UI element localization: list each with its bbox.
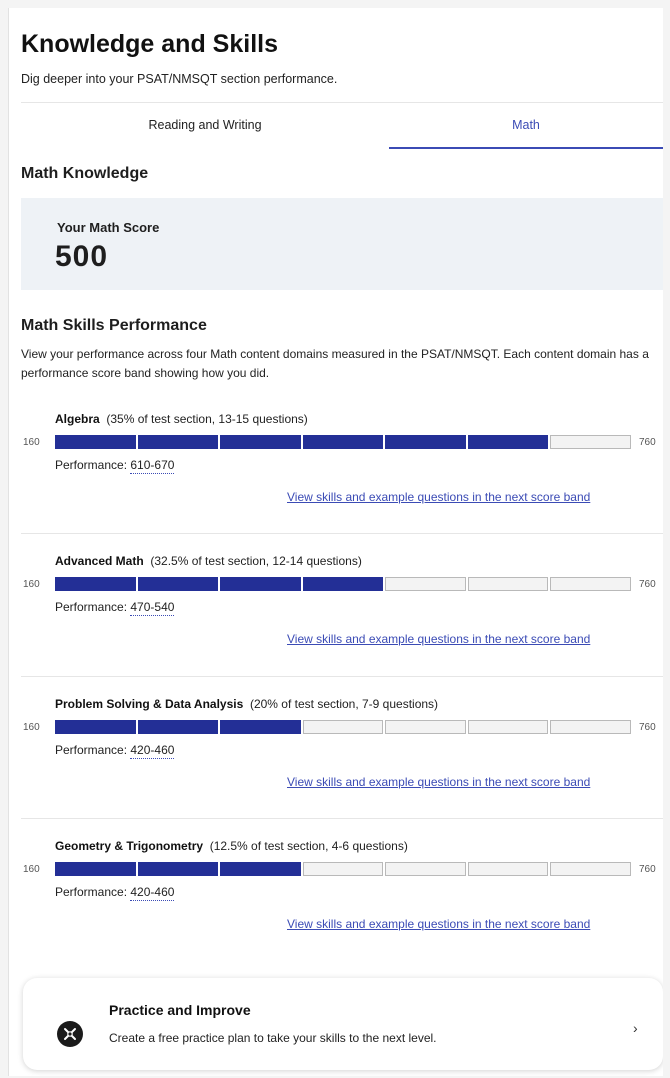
scale-max: 760 xyxy=(639,864,656,875)
bar-segment-empty xyxy=(302,720,384,734)
practice-plan-icon xyxy=(57,1021,83,1047)
math-score-card: Your Math Score 500 xyxy=(21,198,663,290)
performance-band: 610-670 xyxy=(130,458,175,474)
domain-advanced-math: Advanced Math (32.5% of test section, 12… xyxy=(9,554,663,680)
bar-segment-filled xyxy=(220,862,301,876)
bar-segment-empty xyxy=(467,577,549,591)
domain-name: Problem Solving & Data Analysis xyxy=(55,697,244,711)
bar-segment-filled xyxy=(220,435,301,449)
domain-name: Geometry & Trigonometry xyxy=(55,839,204,853)
section-tabs: Reading and Writing Math xyxy=(21,102,663,149)
domain-title: Algebra (35% of test section, 13-15 ques… xyxy=(55,412,308,426)
scale-min: 160 xyxy=(23,864,40,875)
practice-subtitle: Create a free practice plan to take your… xyxy=(109,1031,437,1045)
performance-label: Performance: xyxy=(55,458,128,472)
tab-math[interactable]: Math xyxy=(389,103,663,149)
domain-details: (32.5% of test section, 12-14 questions) xyxy=(150,554,362,568)
tab-reading-and-writing[interactable]: Reading and Writing xyxy=(21,103,389,149)
domain-details: (12.5% of test section, 4-6 questions) xyxy=(209,839,408,853)
domain-details: (35% of test section, 13-15 questions) xyxy=(106,412,308,426)
performance-line: Performance: 470-540 xyxy=(55,600,175,616)
bar-segment-empty xyxy=(467,862,549,876)
performance-line: Performance: 610-670 xyxy=(55,458,175,474)
performance-label: Performance: xyxy=(55,600,128,614)
domain-details: (20% of test section, 7-9 questions) xyxy=(249,697,439,711)
practice-title: Practice and Improve xyxy=(109,1002,251,1018)
bar-segment-filled xyxy=(137,862,219,876)
knowledge-skills-page: Knowledge and Skills Dig deeper into you… xyxy=(8,8,663,1076)
scale-max: 760 xyxy=(639,437,656,448)
skills-performance-description: View your performance across four Math c… xyxy=(21,347,649,380)
score-value: 500 xyxy=(55,240,109,273)
page-title: Knowledge and Skills xyxy=(21,30,278,58)
domain-title: Advanced Math (32.5% of test section, 12… xyxy=(55,554,362,568)
bar-segment-empty xyxy=(550,862,631,876)
bar-segment-filled xyxy=(55,435,136,449)
bar-segment-filled xyxy=(137,577,219,591)
divider xyxy=(21,533,663,534)
math-knowledge-heading: Math Knowledge xyxy=(21,165,149,182)
scale-min: 160 xyxy=(23,722,40,733)
skills-performance-heading: Math Skills Performance xyxy=(21,317,207,334)
domain-geometry-trigonometry: Geometry & Trigonometry (12.5% of test s… xyxy=(9,839,663,965)
bar-segment-filled xyxy=(467,435,549,449)
performance-label: Performance: xyxy=(55,743,128,757)
bar-segment-filled xyxy=(55,862,136,876)
bar-segment-empty xyxy=(385,862,466,876)
bar-segment-filled xyxy=(220,577,301,591)
performance-band: 420-460 xyxy=(130,743,175,759)
score-band-bar xyxy=(55,862,631,876)
divider xyxy=(21,818,663,819)
bar-segment-filled xyxy=(137,720,219,734)
bar-segment-empty xyxy=(467,720,549,734)
scale-max: 760 xyxy=(639,579,656,590)
performance-line: Performance: 420-460 xyxy=(55,885,175,901)
bar-segment-filled xyxy=(55,720,136,734)
bar-segment-empty xyxy=(550,577,631,591)
bar-segment-empty xyxy=(385,577,466,591)
domain-problem-solving: Problem Solving & Data Analysis (20% of … xyxy=(9,697,663,823)
score-label: Your Math Score xyxy=(57,220,160,235)
score-band-bar xyxy=(55,577,631,591)
performance-band: 420-460 xyxy=(130,885,175,901)
bar-segment-filled xyxy=(385,435,466,449)
performance-band: 470-540 xyxy=(130,600,175,616)
bar-segment-filled xyxy=(137,435,219,449)
scale-min: 160 xyxy=(23,579,40,590)
view-skills-link[interactable]: View skills and example questions in the… xyxy=(287,632,590,646)
bar-segment-empty xyxy=(302,862,384,876)
bar-segment-filled xyxy=(302,577,384,591)
bar-segment-filled xyxy=(220,720,301,734)
bar-segment-empty xyxy=(385,720,466,734)
performance-line: Performance: 420-460 xyxy=(55,743,175,759)
view-skills-link[interactable]: View skills and example questions in the… xyxy=(287,775,590,789)
domain-name: Advanced Math xyxy=(55,554,144,568)
scale-max: 760 xyxy=(639,722,656,733)
chevron-right-icon: › xyxy=(633,1020,638,1036)
bar-segment-empty xyxy=(550,435,631,449)
performance-label: Performance: xyxy=(55,885,128,899)
page-subtitle: Dig deeper into your PSAT/NMSQT section … xyxy=(21,72,338,86)
scale-min: 160 xyxy=(23,437,40,448)
domain-name: Algebra xyxy=(55,412,100,426)
bar-segment-filled xyxy=(302,435,384,449)
score-band-bar xyxy=(55,435,631,449)
score-band-bar xyxy=(55,720,631,734)
bar-segment-filled xyxy=(55,577,136,591)
domain-algebra: Algebra (35% of test section, 13-15 ques… xyxy=(9,412,663,538)
view-skills-link[interactable]: View skills and example questions in the… xyxy=(287,490,590,504)
bar-segment-empty xyxy=(550,720,631,734)
domain-title: Problem Solving & Data Analysis (20% of … xyxy=(55,697,438,711)
divider xyxy=(21,676,663,677)
view-skills-link[interactable]: View skills and example questions in the… xyxy=(287,917,590,931)
domain-title: Geometry & Trigonometry (12.5% of test s… xyxy=(55,839,408,853)
practice-and-improve-card[interactable]: Practice and Improve Create a free pract… xyxy=(23,978,663,1070)
